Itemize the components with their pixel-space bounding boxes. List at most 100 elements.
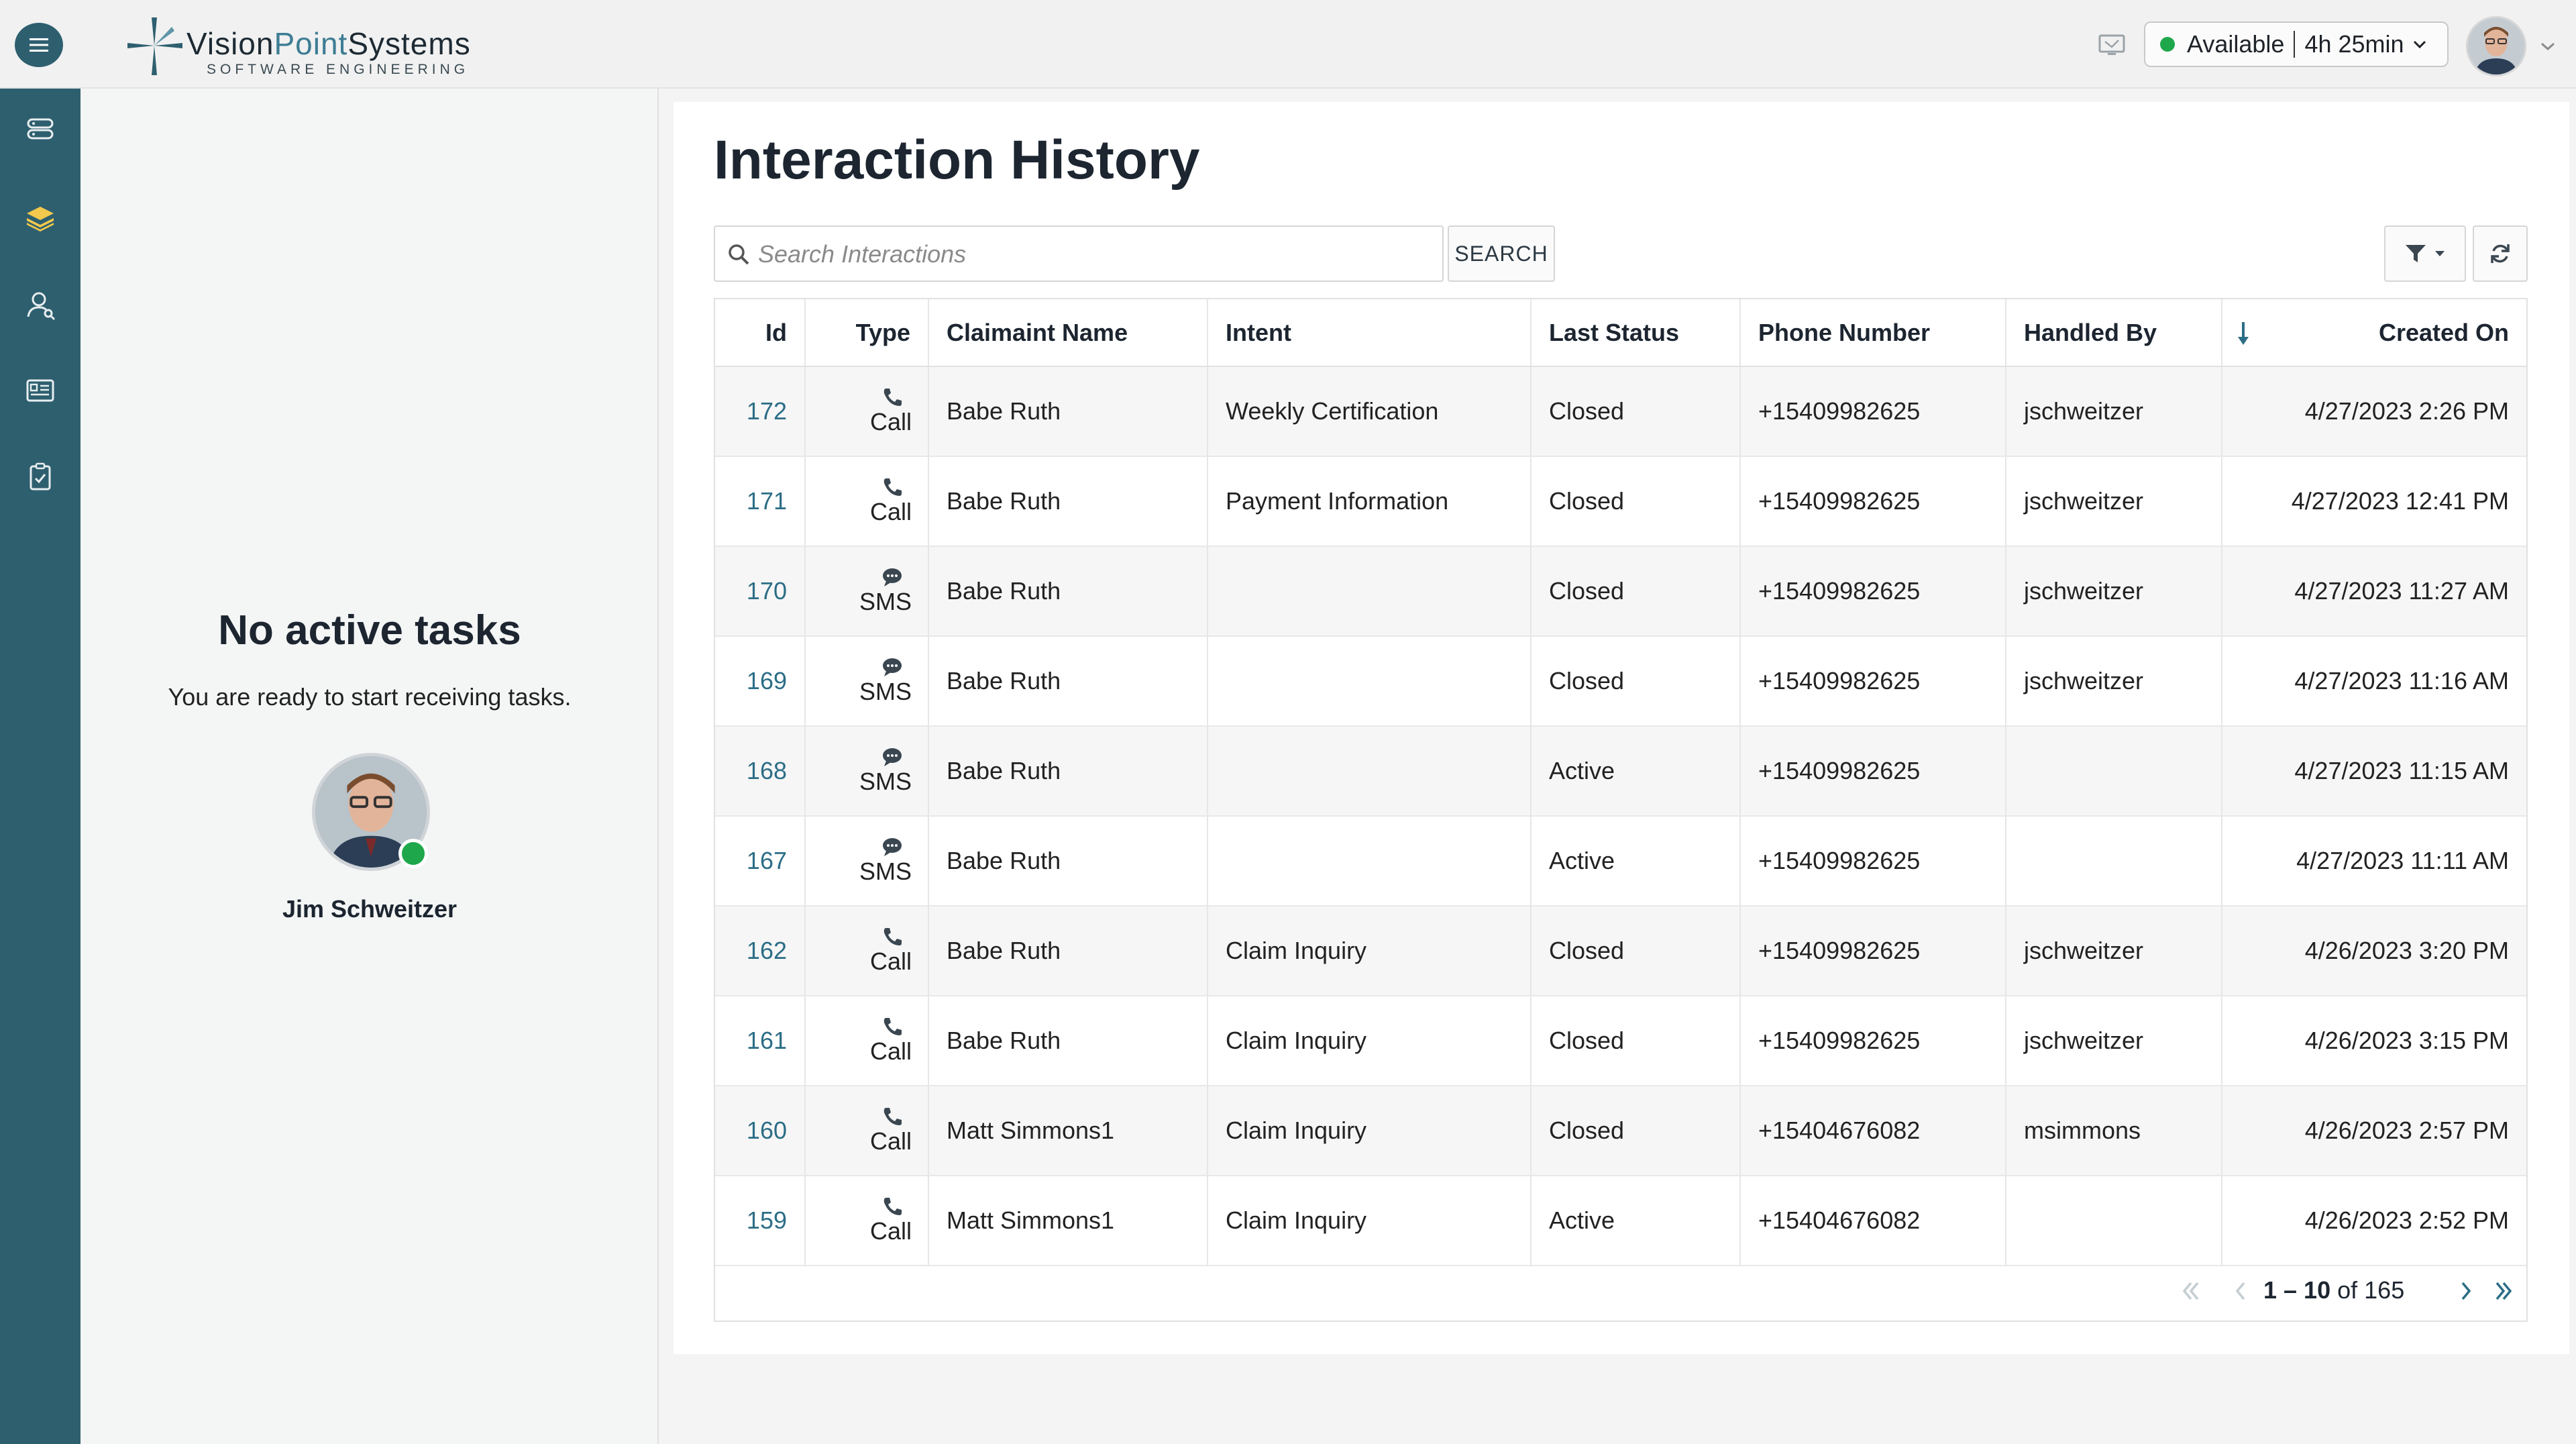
type-label: SMS: [859, 858, 912, 886]
sms-icon: [883, 838, 902, 857]
phone-icon: [883, 1018, 902, 1036]
column-header-id[interactable]: Id: [715, 299, 806, 367]
page-of-label: of: [2337, 1276, 2358, 1304]
phone-icon: [883, 478, 902, 497]
intent-cell: Payment Information: [1208, 456, 1532, 547]
created-on-cell: 4/26/2023 3:15 PM: [2222, 996, 2526, 1086]
table-row[interactable]: 167 SMS Babe Ruth Active +15409982625 4/27/20…: [715, 816, 2526, 907]
hamburger-icon: [30, 38, 48, 52]
table-row[interactable]: 162 Call Babe Ruth Claim Inquiry Closed +1540…: [715, 906, 2526, 996]
phone-cell: +15404676082: [1740, 1176, 2006, 1266]
status-cell: Closed: [1531, 636, 1741, 727]
interaction-id-link[interactable]: 172: [747, 397, 787, 425]
interaction-id-link[interactable]: 159: [747, 1206, 787, 1234]
table-row[interactable]: 172 Call Babe Ruth Weekly Certification Clos…: [715, 366, 2526, 457]
availability-dropdown[interactable]: Available 4h 25min: [2144, 21, 2449, 67]
status-cell: Active: [1531, 816, 1741, 907]
refresh-button[interactable]: [2473, 225, 2528, 282]
status-cell: Closed: [1531, 906, 1741, 996]
intent-cell: [1208, 546, 1532, 637]
clipboard-check-icon[interactable]: [24, 460, 56, 493]
status-divider: [2294, 31, 2296, 58]
table-row[interactable]: 170 SMS Babe Ruth Closed +15409982625 jschwei…: [715, 546, 2526, 637]
interaction-id-link[interactable]: 171: [747, 487, 787, 515]
status-timer: 4h 25min: [2304, 30, 2404, 58]
sms-icon: [883, 658, 902, 677]
user-menu-chevron-icon[interactable]: [2540, 42, 2556, 51]
last-page-icon[interactable]: [2490, 1278, 2517, 1304]
type-cell: Call: [805, 456, 929, 547]
table-row[interactable]: 168 SMS Babe Ruth Active +15409982625 4/27/20…: [715, 726, 2526, 817]
interaction-id-link[interactable]: 160: [747, 1117, 787, 1144]
column-header-created-on[interactable]: Created On: [2222, 299, 2526, 367]
server-icon[interactable]: [24, 113, 56, 145]
interaction-id-link[interactable]: 167: [747, 847, 787, 874]
interaction-id-link[interactable]: 162: [747, 937, 787, 964]
column-header-created-on-label: Created On: [2378, 318, 2509, 346]
created-on-cell: 4/26/2023 2:52 PM: [2222, 1176, 2526, 1266]
created-on-cell: 4/27/2023 11:15 AM: [2222, 726, 2526, 817]
status-cell: Active: [1531, 726, 1741, 817]
hamburger-menu-button[interactable]: [15, 23, 63, 67]
type-label: Call: [869, 947, 912, 976]
handled-by-cell: jschweitzer: [2006, 906, 2222, 996]
id-card-icon[interactable]: [24, 374, 56, 407]
agent-name: Jim Schweitzer: [282, 895, 458, 923]
status-cell: Closed: [1531, 366, 1741, 457]
search-input[interactable]: [758, 236, 1429, 272]
type-label: Call: [869, 498, 912, 526]
status-cell: Closed: [1531, 546, 1741, 637]
interaction-id-link[interactable]: 168: [747, 757, 787, 784]
interaction-id-link[interactable]: 161: [747, 1027, 787, 1054]
table-row[interactable]: 171 Call Babe Ruth Payment Information Close…: [715, 456, 2526, 547]
column-header-type[interactable]: Type: [805, 299, 929, 367]
status-cell: Closed: [1531, 456, 1741, 547]
previous-page-icon[interactable]: [2227, 1278, 2254, 1304]
company-logo[interactable]: VisionPointSystems SOFTWARE ENGINEERING: [125, 12, 474, 79]
filter-button[interactable]: [2384, 225, 2466, 282]
type-cell: Call: [805, 996, 929, 1086]
table-row[interactable]: 160 Call Matt Simmons1 Claim Inquiry Closed +…: [715, 1086, 2526, 1176]
screen-share-icon[interactable]: [2098, 34, 2125, 58]
user-avatar[interactable]: [2466, 16, 2526, 76]
created-on-cell: 4/27/2023 2:26 PM: [2222, 366, 2526, 457]
type-cell: Call: [805, 366, 929, 457]
phone-cell: +15409982625: [1740, 996, 2006, 1086]
chevron-down-icon: [2435, 251, 2445, 256]
next-page-icon[interactable]: [2453, 1278, 2479, 1304]
interaction-id-link[interactable]: 169: [747, 667, 787, 694]
page-range-label: 1 – 10 of 165: [2263, 1276, 2404, 1304]
handled-by-cell: [2006, 726, 2222, 817]
handled-by-cell: msimmons: [2006, 1086, 2222, 1176]
first-page-icon[interactable]: [2178, 1278, 2204, 1304]
table-row[interactable]: 169 SMS Babe Ruth Closed +15409982625 jschwei…: [715, 636, 2526, 727]
handled-by-cell: jschweitzer: [2006, 456, 2222, 547]
created-on-cell: 4/27/2023 11:16 AM: [2222, 636, 2526, 727]
intent-cell: Claim Inquiry: [1208, 996, 1532, 1086]
table-row[interactable]: 161 Call Babe Ruth Claim Inquiry Closed +1540…: [715, 996, 2526, 1086]
column-header-handled-by[interactable]: Handled By: [2006, 299, 2222, 367]
status-cell: Active: [1531, 1176, 1741, 1266]
search-icon: [729, 244, 749, 265]
no-tasks-title: No active tasks: [218, 607, 521, 654]
type-cell: SMS: [805, 636, 929, 727]
phone-icon: [883, 928, 902, 946]
column-header-phone[interactable]: Phone Number: [1740, 299, 2006, 367]
layers-icon[interactable]: [24, 201, 56, 234]
sort-descending-icon[interactable]: [2236, 321, 2251, 348]
interaction-id-link[interactable]: 170: [747, 577, 787, 605]
table-row[interactable]: 159 Call Matt Simmons1 Claim Inquiry Active +…: [715, 1176, 2526, 1266]
status-cell: Closed: [1531, 996, 1741, 1086]
created-on-cell: 4/27/2023 11:11 AM: [2222, 816, 2526, 907]
column-header-status[interactable]: Last Status: [1531, 299, 1741, 367]
claimant-cell: Babe Ruth: [928, 906, 1208, 996]
phone-cell: +15409982625: [1740, 906, 2006, 996]
intent-cell: [1208, 636, 1532, 727]
page-range: 1 – 10: [2263, 1276, 2331, 1304]
column-header-claimant[interactable]: Claimaint Name: [928, 299, 1208, 367]
type-label: Call: [869, 1217, 912, 1245]
search-button[interactable]: SEARCH: [1448, 225, 1555, 282]
contact-search-icon[interactable]: [24, 289, 56, 321]
created-on-cell: 4/27/2023 11:27 AM: [2222, 546, 2526, 637]
column-header-intent[interactable]: Intent: [1208, 299, 1532, 367]
